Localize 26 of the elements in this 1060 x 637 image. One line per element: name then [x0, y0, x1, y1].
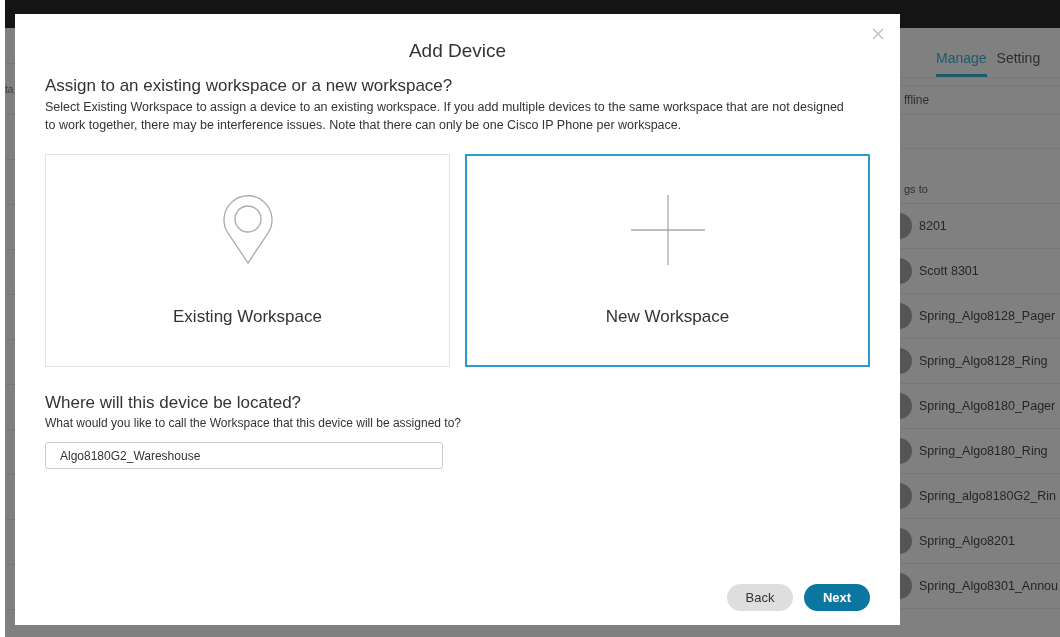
section-heading: Where will this device be located?: [45, 393, 303, 413]
location-pin-icon: [221, 195, 274, 265]
field-hint: What would you like to call the Workspace that this device will be assigned to?: [45, 416, 462, 430]
device-name[interactable]: Spring_Algo8301_Annou: [919, 579, 1058, 593]
device-name[interactable]: Spring_Algo8201: [919, 534, 1015, 548]
workspace-option[interactable]: New Workspace: [465, 154, 870, 367]
description: Select Existing Workspace to assign a device to an existing workspace. If you add multiple devices to the same workspace that are not designed to work together, there may be interference issues. Note that there can only be one Cisco IP Phone per workspace.: [45, 99, 845, 134]
device-name[interactable]: Spring_Algo8128_Pager: [919, 309, 1056, 323]
section-heading: Assign to an existing workspace or a new workspace?: [45, 76, 454, 96]
device-name[interactable]: Spring_Algo8180_Ring: [919, 444, 1048, 458]
device-name[interactable]: 8201: [919, 219, 947, 233]
device-name[interactable]: Spring_Algo8180_Pager: [919, 399, 1056, 413]
close-icon[interactable]: [872, 28, 884, 40]
status-text: ffline: [904, 93, 930, 107]
back-button[interactable]: Back: [727, 584, 793, 611]
tab[interactable]: Setting: [996, 50, 1041, 77]
column-heading: gs to: [904, 183, 928, 195]
workspace-option[interactable]: Existing Workspace: [45, 154, 450, 367]
column-label: ta: [5, 83, 14, 95]
workspace-name-field[interactable]: Algo8180G2_Wareshouse: [45, 442, 443, 469]
dialog-title: Add Device: [407, 40, 508, 62]
plus-icon: [630, 195, 705, 265]
device-name[interactable]: Spring_algo8180G2_Rin: [919, 489, 1056, 503]
device-name[interactable]: Scott 8301: [919, 264, 979, 278]
device-name[interactable]: Spring_Algo8128_Ring: [919, 354, 1048, 368]
next-button[interactable]: Next: [804, 584, 870, 611]
